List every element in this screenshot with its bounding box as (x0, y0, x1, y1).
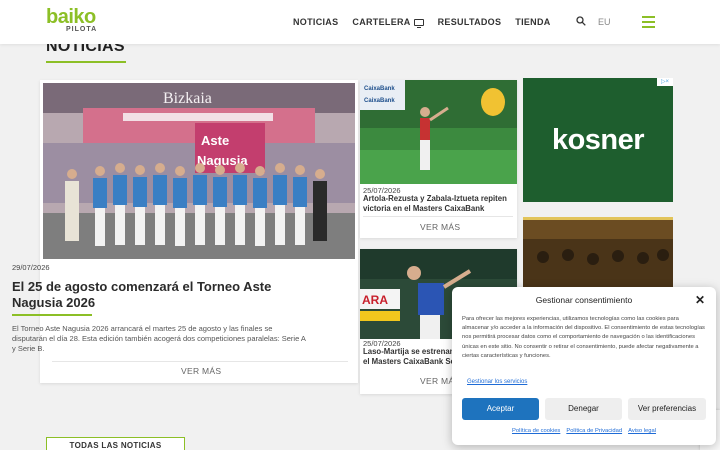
logo-wordmark: baiko (46, 6, 96, 28)
cookie-policy-link[interactable]: Política de cookies (512, 428, 560, 434)
featured-news-image[interactable]: Bizkaia Aste Nagusia (43, 83, 355, 259)
baiko-logo[interactable]: baiko PILOTA (46, 6, 98, 34)
ad-choices-icon[interactable]: ▷× (657, 78, 673, 86)
privacy-policy-link[interactable]: Política de Privacidad (566, 428, 622, 434)
news-card[interactable]: CaixaBank CaixaBank (360, 80, 517, 238)
tv-icon (413, 18, 424, 28)
featured-title-underline (12, 314, 92, 316)
consent-body-text: Para ofrecer las mejores experiencias, u… (462, 316, 705, 359)
featured-ver-mas-link[interactable]: VER MÁS (181, 366, 221, 376)
consent-title: Gestionar consentimiento (535, 295, 633, 305)
nav-tienda[interactable]: TIENDA (515, 17, 550, 27)
featured-news-date: 29/07/2026 (12, 263, 50, 272)
divider (52, 361, 348, 362)
cookie-consent-dialog: Gestionar consentimiento ✕ Para ofrecer … (452, 287, 716, 445)
news-card-image[interactable]: CaixaBank CaixaBank (360, 80, 517, 184)
consent-footer-links: Política de cookies Política de Privacid… (452, 428, 716, 434)
main-nav: NOTICIAS CARTELERA RESULTADOS TIENDA (293, 17, 565, 28)
search-icon[interactable] (576, 16, 586, 26)
preferences-button[interactable]: Ver preferencias (628, 398, 706, 420)
language-switch[interactable]: EU (598, 17, 611, 27)
featured-news-title[interactable]: El 25 de agosto comenzará el Torneo Aste… (12, 279, 302, 311)
news-card-title[interactable]: Artola-Rezusta y Zabala-Iztueta repiten … (363, 194, 513, 214)
nav-noticias[interactable]: NOTICIAS (293, 17, 338, 27)
svg-text:ARA: ARA (362, 293, 388, 307)
logo-subtitle: PILOTA (66, 26, 98, 33)
deny-button[interactable]: Denegar (545, 398, 622, 420)
site-header: baiko PILOTA NOTICIAS CARTELERA RESULTAD… (0, 0, 720, 44)
image-banner-text: Bizkaia (163, 90, 212, 107)
news-card-ver-mas-link[interactable]: VER MÁS (420, 222, 460, 232)
nav-cartelera[interactable]: CARTELERA (352, 17, 424, 28)
all-news-button[interactable]: TODAS LAS NOTICIAS (46, 437, 185, 450)
close-icon[interactable]: ✕ (695, 294, 705, 306)
section-underline (46, 61, 126, 63)
svg-text:CaixaBank: CaixaBank (364, 98, 395, 104)
nav-cartelera-label: CARTELERA (352, 17, 411, 27)
secondary-ad-image[interactable] (523, 217, 673, 297)
divider (363, 216, 513, 217)
nav-resultados[interactable]: RESULTADOS (438, 17, 502, 27)
legal-notice-link[interactable]: Aviso legal (628, 428, 656, 434)
kosner-ad[interactable]: kosner ▷× (523, 78, 673, 202)
kosner-ad-text: kosner (551, 123, 645, 156)
hamburger-menu-icon[interactable] (642, 16, 655, 28)
svg-text:Aste: Aste (201, 133, 229, 148)
svg-text:CaixaBank: CaixaBank (364, 86, 395, 92)
accept-button[interactable]: Aceptar (462, 398, 539, 420)
featured-news-excerpt: El Torneo Aste Nagusia 2026 arrancará el… (12, 324, 306, 353)
manage-services-link[interactable]: Gestionar los servicios (467, 379, 527, 385)
